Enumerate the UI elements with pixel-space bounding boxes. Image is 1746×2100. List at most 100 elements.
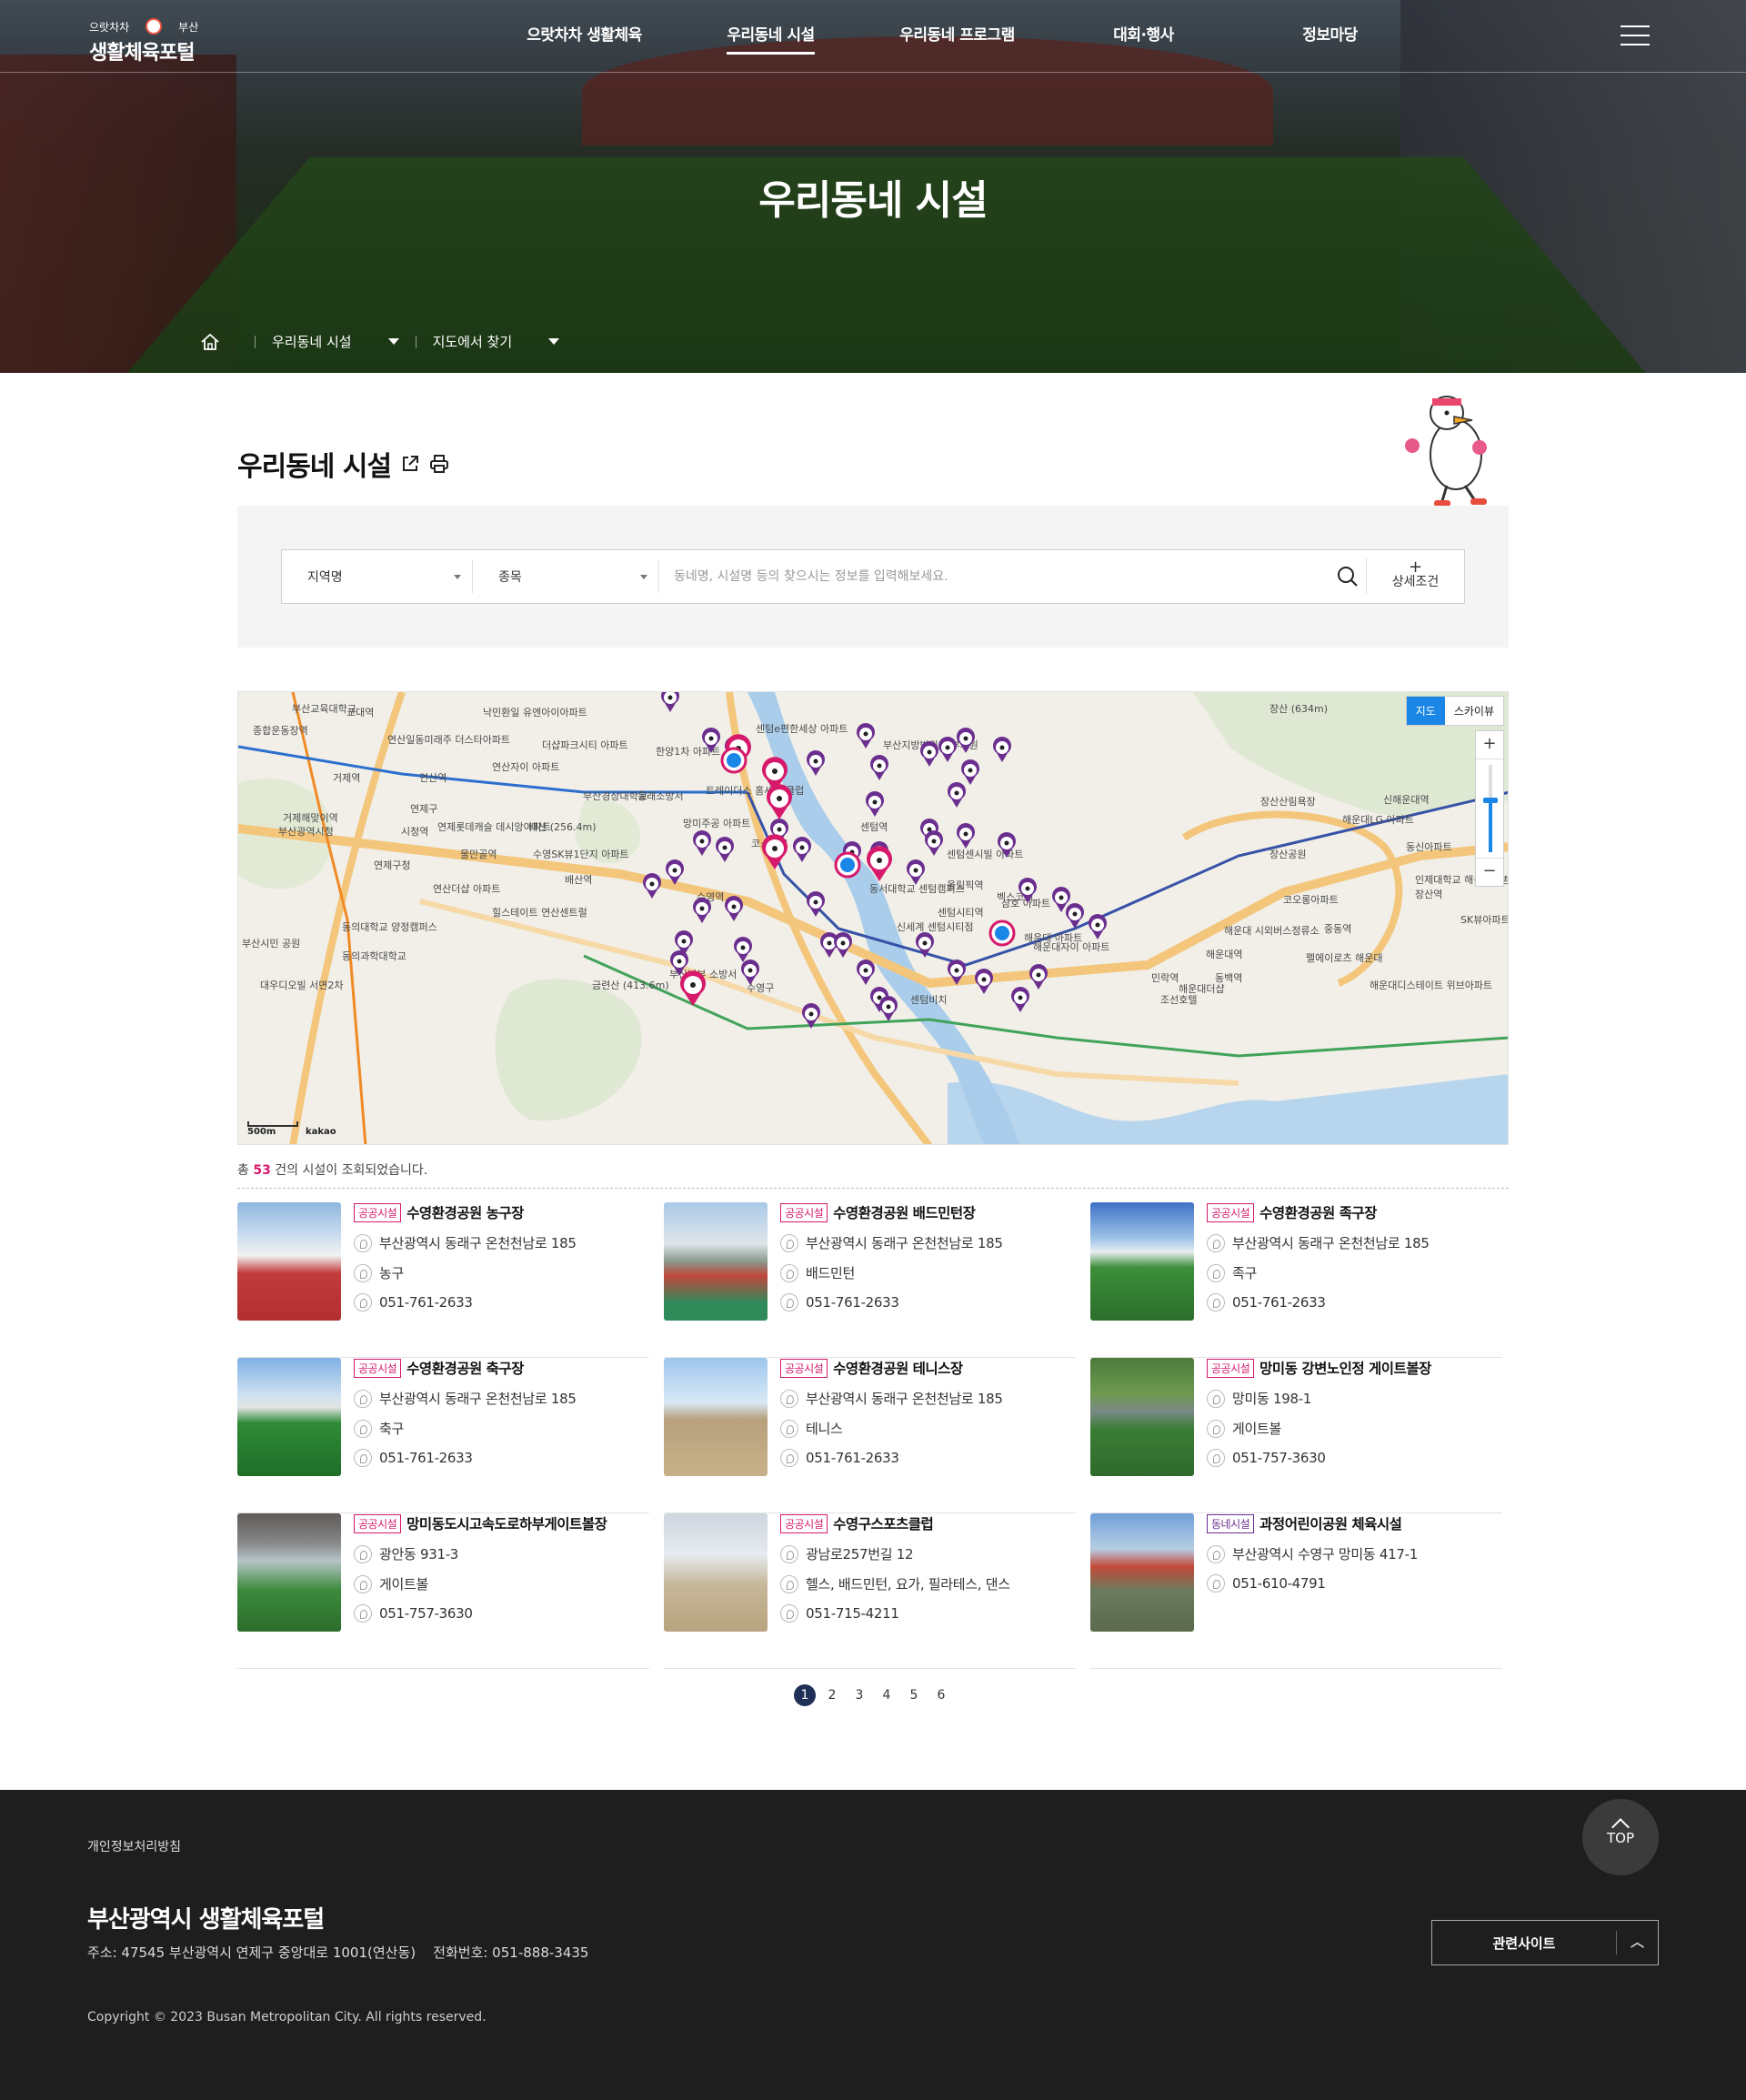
facility-marker[interactable] <box>870 755 888 780</box>
keyword-input[interactable] <box>659 558 1330 595</box>
facility-thumbnail[interactable] <box>664 1513 768 1632</box>
facility-marker[interactable] <box>961 759 979 785</box>
facility-marker[interactable] <box>834 932 852 958</box>
facility-thumbnail[interactable] <box>237 1358 341 1476</box>
facility-thumbnail[interactable] <box>237 1202 341 1321</box>
facility-marker[interactable] <box>857 723 875 749</box>
map-place-label: 센텀역 <box>860 821 888 833</box>
facility-phone-row: 051-761-2633 <box>1207 1293 1502 1311</box>
selected-facility-marker[interactable] <box>990 921 1014 945</box>
page-4-button[interactable]: 4 <box>876 1684 898 1706</box>
facility-title[interactable]: 공공시설 수영환경공원 족구장 <box>1207 1202 1502 1222</box>
page-3-button[interactable]: 3 <box>848 1684 870 1706</box>
facility-marker[interactable] <box>907 859 925 885</box>
home-icon[interactable] <box>200 333 220 351</box>
facility-marker[interactable] <box>1011 987 1029 1012</box>
facility-card[interactable]: 동네시설 과정어린이공원 체육시설 부산광역시 수영구 망미동 417-1 05… <box>1090 1513 1502 1669</box>
page-5-button[interactable]: 5 <box>903 1684 925 1706</box>
facility-title[interactable]: 공공시설 수영구스포츠클럽 <box>780 1513 1076 1533</box>
facility-card[interactable]: 공공시설 수영환경공원 축구장 부산광역시 동래구 온천천남로 185 축구 0… <box>237 1358 649 1513</box>
menu-item-sports[interactable]: 으랏차차 생활체육 <box>491 0 677 73</box>
facility-marker[interactable] <box>643 873 661 899</box>
facility-marker[interactable] <box>693 898 711 923</box>
facility-title[interactable]: 공공시설 망미동도시고속도로하부게이트볼장 <box>354 1513 649 1533</box>
sport-select[interactable]: 종목 <box>473 560 659 593</box>
public-facility-marker[interactable] <box>767 784 792 819</box>
facility-marker[interactable] <box>925 830 943 856</box>
facility-marker[interactable] <box>948 782 966 808</box>
facility-thumbnail[interactable] <box>1090 1513 1194 1632</box>
facility-title[interactable]: 공공시설 망미동 강변노인정 게이트볼장 <box>1207 1358 1502 1378</box>
facility-card[interactable]: 공공시설 망미동 강변노인정 게이트볼장 망미동 198-1 게이트볼 051-… <box>1090 1358 1502 1513</box>
selected-facility-marker[interactable] <box>836 853 859 877</box>
print-icon[interactable] <box>429 454 449 474</box>
facility-marker[interactable] <box>993 737 1011 762</box>
breadcrumb-depth2[interactable]: 지도에서 찾기 <box>433 332 560 351</box>
facility-marker[interactable] <box>734 937 752 962</box>
facility-thumbnail[interactable] <box>664 1202 768 1321</box>
facility-marker[interactable] <box>938 737 957 762</box>
facility-marker[interactable] <box>661 692 679 712</box>
facility-marker[interactable] <box>693 830 711 856</box>
facility-title[interactable]: 공공시설 수영환경공원 배드민턴장 <box>780 1202 1076 1222</box>
facility-card[interactable]: 공공시설 수영환경공원 배드민턴장 부산광역시 동래구 온천천남로 185 배드… <box>664 1202 1076 1358</box>
facility-marker[interactable] <box>879 996 898 1021</box>
privacy-policy-link[interactable]: 개인정보처리방침 <box>87 1837 181 1855</box>
facility-marker[interactable] <box>725 896 743 921</box>
facility-marker[interactable] <box>866 791 884 817</box>
search-icon[interactable] <box>1330 558 1366 595</box>
zoom-out-button[interactable]: − <box>1476 859 1503 886</box>
region-select[interactable]: 지역명 <box>282 560 473 593</box>
map-type-skyview-button[interactable]: 스카이뷰 <box>1445 697 1503 725</box>
facility-title[interactable]: 공공시설 수영환경공원 테니스장 <box>780 1358 1076 1378</box>
page-6-button[interactable]: 6 <box>930 1684 952 1706</box>
facility-card[interactable]: 공공시설 수영환경공원 테니스장 부산광역시 동래구 온천천남로 185 테니스… <box>664 1358 1076 1513</box>
facility-title[interactable]: 동네시설 과정어린이공원 체육시설 <box>1207 1513 1502 1533</box>
menu-item-info[interactable]: 정보마당 <box>1237 0 1423 73</box>
menu-item-programs[interactable]: 우리동네 프로그램 <box>864 0 1050 73</box>
facility-marker[interactable] <box>920 741 938 767</box>
scroll-top-button[interactable]: TOP <box>1582 1799 1659 1875</box>
map-canvas[interactable]: 부산교육대학교교대역 낙민환일 유엔아이아파트종합운동장역연산일동미래주 더스타아… <box>238 692 1509 1145</box>
share-icon[interactable] <box>400 454 420 474</box>
related-sites-select[interactable]: 관련사이트 ︿ <box>1431 1920 1659 1965</box>
selected-facility-marker[interactable] <box>722 749 746 772</box>
facility-marker[interactable] <box>1029 964 1048 990</box>
hamburger-menu-icon[interactable] <box>1621 25 1650 47</box>
facility-thumbnail[interactable] <box>1090 1202 1194 1321</box>
menu-item-events[interactable]: 대회·행사 <box>1050 0 1237 73</box>
facility-marker[interactable] <box>957 823 975 849</box>
page-1-button[interactable]: 1 <box>794 1684 816 1706</box>
zoom-in-button[interactable]: + <box>1476 731 1503 759</box>
facility-marker[interactable] <box>793 837 811 862</box>
map-place-label: 센텀비치 <box>910 994 947 1006</box>
facility-title[interactable]: 공공시설 수영환경공원 농구장 <box>354 1202 649 1222</box>
map-type-map-button[interactable]: 지도 <box>1407 697 1445 725</box>
facility-marker[interactable] <box>857 960 875 985</box>
zoom-slider[interactable] <box>1476 759 1503 859</box>
detail-filter-button[interactable]: + 상세조건 <box>1366 558 1464 595</box>
facility-thumbnail[interactable] <box>1090 1358 1194 1476</box>
facility-marker[interactable] <box>741 960 759 985</box>
breadcrumb-depth1[interactable]: 우리동네 시설 <box>272 332 399 351</box>
facility-card[interactable]: 공공시설 망미동도시고속도로하부게이트볼장 광안동 931-3 게이트볼 051… <box>237 1513 649 1669</box>
plus-icon: + <box>1367 560 1464 575</box>
map-place-label: 장산역 <box>1415 889 1442 900</box>
facility-title[interactable]: 공공시설 수영환경공원 축구장 <box>354 1358 649 1378</box>
facility-card[interactable]: 공공시설 수영환경공원 농구장 부산광역시 동래구 온천천남로 185 농구 0… <box>237 1202 649 1358</box>
map-place-label: 연제구 <box>410 803 437 815</box>
facility-marker[interactable] <box>716 837 734 862</box>
site-logo[interactable]: 으랏차차 부산 생활체육포털 <box>89 18 198 65</box>
facility-thumbnail[interactable] <box>664 1358 768 1476</box>
facility-marker[interactable] <box>975 969 993 994</box>
facility-marker[interactable] <box>1089 914 1107 939</box>
facility-map[interactable]: 부산교육대학교 교대역 낙민환일 유엔아이아파트 종합운동장역 연산일동미래주 더스타아… <box>237 691 1509 1145</box>
list-icon <box>1207 1420 1225 1438</box>
facility-card[interactable]: 공공시설 수영구스포츠클럽 광남로257번길 12 헬스, 배드민턴, 요가, … <box>664 1513 1076 1669</box>
facility-marker[interactable] <box>807 750 825 776</box>
facility-thumbnail[interactable] <box>237 1513 341 1632</box>
facility-type-badge: 공공시설 <box>354 1203 401 1222</box>
page-2-button[interactable]: 2 <box>821 1684 843 1706</box>
facility-card[interactable]: 공공시설 수영환경공원 족구장 부산광역시 동래구 온천천남로 185 족구 0… <box>1090 1202 1502 1358</box>
menu-item-facilities[interactable]: 우리동네 시설 <box>677 0 864 73</box>
